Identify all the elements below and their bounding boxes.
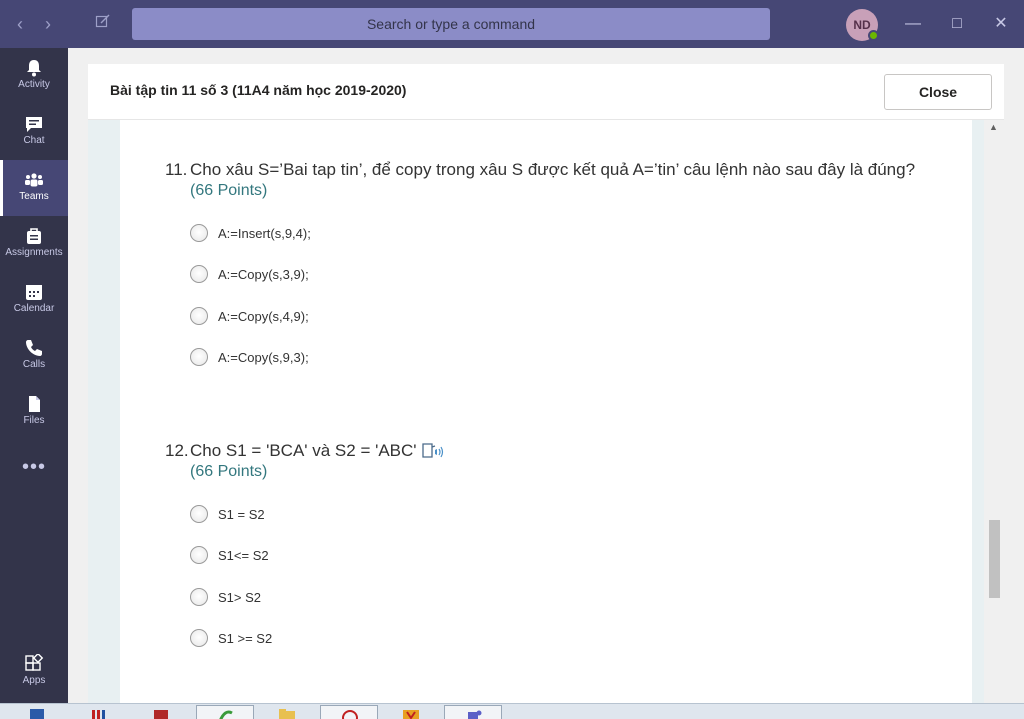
rail-item-apps[interactable]: Apps [0, 644, 68, 700]
taskbar-app-4[interactable] [196, 705, 254, 719]
radio-button[interactable] [190, 224, 208, 242]
question-text: Cho S1 = 'BCA' và S2 = 'ABC' [190, 441, 417, 460]
back-arrow-icon[interactable]: ‹ [10, 12, 30, 36]
rail-label: Chat [23, 135, 45, 146]
radio-button[interactable] [190, 348, 208, 366]
rail-item-files[interactable]: Files [0, 384, 68, 440]
maximize-icon[interactable]: □ [944, 10, 970, 38]
forward-arrow-icon[interactable]: › [38, 12, 58, 36]
app-icon [30, 709, 44, 719]
option-label: S1 = S2 [218, 507, 265, 522]
option-label: S1> S2 [218, 590, 262, 605]
close-window-icon[interactable]: ✕ [988, 10, 1014, 38]
taskbar-app-1[interactable] [8, 705, 66, 719]
option-label: S1<= S2 [218, 548, 269, 563]
taskbar-app-7[interactable] [382, 705, 440, 719]
file-icon [29, 396, 40, 412]
more-apps-icon[interactable]: ••• [0, 456, 68, 479]
calendar-icon [26, 285, 42, 300]
page-title: Bài tập tin 11 số 3 (11A4 năm học 2019-2… [110, 82, 407, 98]
presence-status-icon [868, 30, 879, 41]
taskbar-teams[interactable] [444, 705, 502, 719]
title-bar: ‹ › Search or type a command ND — □ ✕ [0, 0, 1024, 48]
rail-item-activity[interactable]: Activity [0, 48, 68, 104]
taskbar-app-6[interactable] [320, 705, 378, 719]
search-input[interactable]: Search or type a command [132, 8, 770, 40]
radio-button[interactable] [190, 629, 208, 647]
form-card: 11. Cho xâu S=’Bai tap tin’, để copy tro… [120, 120, 972, 703]
app-icon [92, 710, 105, 719]
app-icon [219, 710, 233, 719]
rail-label: Apps [22, 675, 46, 686]
rail-item-calls[interactable]: Calls [0, 328, 68, 384]
rail-label: Assignments [5, 247, 63, 258]
rail-item-chat[interactable]: Chat [0, 104, 68, 160]
form-scroll-area: 11. Cho xâu S=’Bai tap tin’, để copy tro… [88, 120, 1004, 703]
question-number: 11. [165, 160, 188, 179]
search-placeholder: Search or type a command [366, 16, 536, 32]
teams-icon [25, 173, 43, 187]
chat-icon [26, 117, 42, 132]
radio-button[interactable] [190, 307, 208, 325]
dialog-header: Bài tập tin 11 số 3 (11A4 năm học 2019-2… [88, 64, 1004, 120]
radio-button[interactable] [190, 505, 208, 523]
rail-label: Calendar [13, 303, 55, 314]
scroll-thumb[interactable] [989, 520, 1000, 598]
immersive-reader-icon[interactable] [422, 442, 444, 460]
close-button[interactable]: Close [884, 74, 992, 110]
taskbar-app-3[interactable] [132, 705, 190, 719]
taskbar-app-2[interactable] [70, 705, 128, 719]
option-label: A:=Copy(s,4,9); [218, 309, 309, 324]
question-number: 12. [165, 441, 189, 460]
app-rail: Activity Chat Teams Assignments Calendar… [0, 48, 68, 703]
app-icon [342, 710, 358, 719]
scroll-up-icon[interactable]: ▲ [989, 122, 998, 132]
question-points: (66 Points) [190, 182, 268, 199]
compose-icon[interactable] [93, 13, 113, 35]
rail-label: Files [23, 415, 45, 426]
option-label: A:=Insert(s,9,4); [218, 226, 311, 241]
rail-item-teams[interactable]: Teams [0, 160, 68, 216]
radio-button[interactable] [190, 588, 208, 606]
option-label: S1 >= S2 [218, 631, 273, 646]
question-points: (66 Points) [190, 463, 268, 480]
assignments-icon [27, 228, 41, 244]
question-text: Cho xâu S=’Bai tap tin’, để copy trong x… [190, 160, 916, 179]
phone-icon [26, 340, 42, 356]
rail-item-calendar[interactable]: Calendar [0, 272, 68, 328]
folder-icon [279, 709, 295, 719]
rail-label: Calls [22, 359, 46, 370]
option-label: A:=Copy(s,9,3); [218, 350, 309, 365]
taskbar-folder[interactable] [258, 705, 316, 719]
app-icon [154, 710, 168, 719]
bell-icon [27, 60, 41, 77]
rail-label: Teams [19, 191, 49, 202]
radio-button[interactable] [190, 546, 208, 564]
radio-button[interactable] [190, 265, 208, 283]
vertical-scrollbar[interactable]: ▲ [984, 120, 1004, 703]
rail-label: Activity [18, 79, 50, 90]
minimize-icon[interactable]: — [900, 10, 926, 38]
option-label: A:=Copy(s,3,9); [218, 267, 309, 282]
app-icon [403, 710, 419, 719]
rail-item-assignments[interactable]: Assignments [0, 216, 68, 272]
apps-icon [25, 654, 44, 671]
taskbar [0, 703, 1024, 719]
teams-icon [468, 710, 482, 719]
